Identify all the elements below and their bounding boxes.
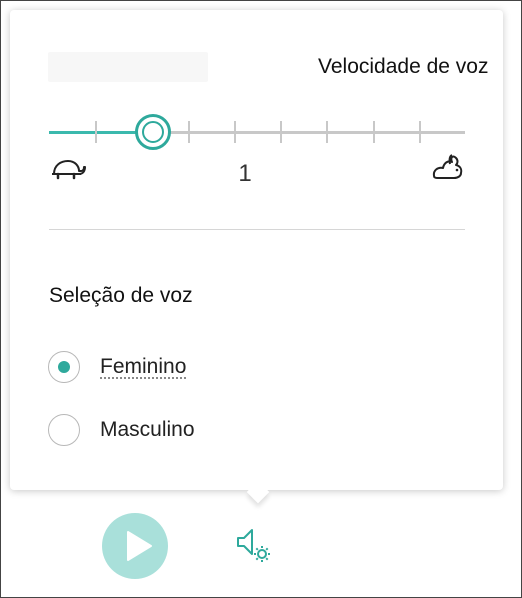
slider-tick bbox=[373, 121, 375, 143]
radio-option-feminino[interactable]: Feminino bbox=[48, 350, 186, 384]
speed-value: 1 bbox=[238, 160, 252, 187]
slider-tick bbox=[234, 121, 236, 143]
slider-tick bbox=[188, 121, 190, 143]
turtle-icon bbox=[52, 160, 86, 180]
section-divider bbox=[49, 229, 465, 230]
radio-label-feminino: Feminino bbox=[100, 355, 187, 378]
slider-tick bbox=[95, 121, 97, 143]
rabbit-icon bbox=[432, 154, 463, 179]
slider-tick bbox=[419, 121, 421, 143]
play-icon bbox=[127, 531, 152, 561]
radio-label-masculino: Masculino bbox=[100, 418, 195, 441]
slider-tick bbox=[326, 121, 328, 143]
voice-speed-slider[interactable] bbox=[49, 112, 465, 152]
radio-button-checked[interactable] bbox=[48, 351, 80, 383]
voice-speed-title: Velocidade de voz bbox=[318, 55, 489, 78]
slider-tick bbox=[280, 121, 282, 143]
voice-selection-title: Seleção de voz bbox=[49, 284, 193, 307]
play-button[interactable] bbox=[102, 513, 168, 579]
slider-thumb[interactable] bbox=[135, 114, 171, 150]
radio-option-masculino[interactable]: Masculino bbox=[48, 413, 195, 447]
speaker-settings-icon[interactable] bbox=[234, 524, 276, 566]
radio-button-unchecked[interactable] bbox=[48, 414, 80, 446]
blurred-label-placeholder bbox=[48, 52, 208, 82]
